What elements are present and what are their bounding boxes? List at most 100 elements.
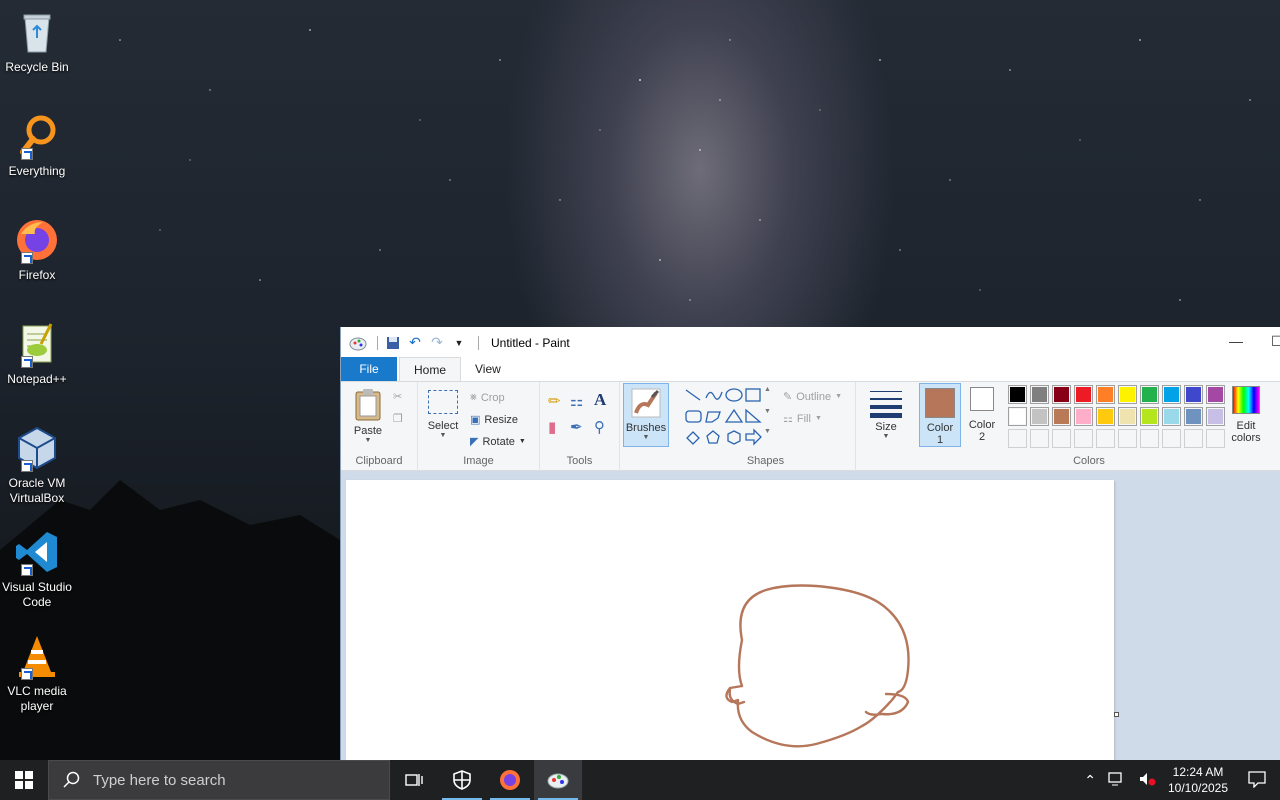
palette-swatch[interactable] [1096, 407, 1115, 426]
magnifier-icon[interactable]: ⚲ [594, 418, 605, 436]
paint-window: ↶ ↷ ▼ Untitled - Paint — ☐ File Home Vie… [340, 327, 1280, 760]
brushes-button[interactable]: Brushes ▼ [623, 383, 669, 447]
palette-swatch[interactable] [1206, 385, 1225, 404]
colors-group: Color 1 Color 2 Edit colors Colors [916, 382, 1278, 471]
palette-empty-swatch[interactable] [1206, 429, 1225, 448]
color-picker-icon[interactable]: ✒ [570, 418, 583, 436]
taskbar-search-box[interactable]: Type here to search [48, 760, 390, 800]
desktop-icon-recycle-bin[interactable]: Recycle Bin [0, 8, 74, 75]
desktop-icon-everything[interactable]: Everything [0, 112, 74, 179]
outline-button[interactable]: ✎ Outline ▼ [783, 390, 842, 404]
crop-icon: ⨳ [470, 391, 477, 403]
paste-button[interactable]: Paste ▼ [349, 388, 387, 444]
tab-view[interactable]: View [461, 357, 515, 381]
show-hidden-icons-chevron-icon[interactable]: ⌃ [1078, 772, 1102, 789]
edit-colors-icon [1232, 386, 1260, 414]
palette-empty-swatch[interactable] [1096, 429, 1115, 448]
select-button[interactable]: Select ▼ [426, 390, 460, 439]
eraser-icon[interactable]: ▮ [548, 418, 556, 436]
clock[interactable]: 12:24 AM 10/10/2025 [1162, 764, 1234, 796]
palette-empty-swatch[interactable] [1184, 429, 1203, 448]
fill-bucket-icon[interactable]: ⚏ [570, 392, 583, 410]
drawing-canvas[interactable] [346, 480, 1114, 760]
maximize-button[interactable]: ☐ [1271, 333, 1280, 350]
color2-button[interactable]: Color 2 [965, 387, 999, 443]
firefox-icon [500, 770, 520, 790]
palette-swatch[interactable] [1052, 385, 1071, 404]
palette-swatch[interactable] [1118, 385, 1137, 404]
palette-swatch[interactable] [1008, 385, 1027, 404]
undo-icon[interactable]: ↶ [406, 334, 424, 352]
image-group: Select ▼ ⨳ Crop ▣ Resize ◤ Rotate ▼ Imag… [418, 382, 540, 471]
tools-group-label: Tools [566, 455, 593, 467]
desktop-icon-notepad-plus-plus[interactable]: Notepad++ [0, 320, 74, 387]
crop-button[interactable]: ⨳ Crop [470, 391, 505, 404]
shapes-scroll-down-icon[interactable]: ▼ [764, 408, 771, 415]
palette-swatch[interactable] [1030, 407, 1049, 426]
palette-empty-swatch[interactable] [1140, 429, 1159, 448]
brushes-group: Brushes ▼ [620, 382, 676, 471]
redo-icon[interactable]: ↷ [428, 334, 446, 352]
palette-swatch[interactable] [1140, 407, 1159, 426]
desktop-icon-label: Everything [8, 164, 66, 178]
start-button[interactable] [0, 760, 48, 800]
palette-swatch[interactable] [1184, 407, 1203, 426]
desktop-icon-label: Visual Studio Code [2, 580, 72, 609]
desktop-icon-label: Oracle VM VirtualBox [8, 476, 66, 505]
cut-icon[interactable]: ✂ [393, 390, 402, 403]
desktop-icon-label: Firefox [18, 268, 56, 282]
palette-empty-swatch[interactable] [1074, 429, 1093, 448]
palette-swatch[interactable] [1140, 385, 1159, 404]
palette-swatch[interactable] [1184, 385, 1203, 404]
vlc-icon [13, 632, 61, 680]
taskbar-paint[interactable] [534, 760, 582, 800]
desktop-icon-virtualbox[interactable]: Oracle VM VirtualBox [0, 424, 74, 506]
fill-button[interactable]: ⚏ Fill ▼ [783, 412, 822, 426]
palette-empty-swatch[interactable] [1008, 429, 1027, 448]
palette-swatch[interactable] [1162, 407, 1181, 426]
desktop-icon-vlc[interactable]: VLC media player [0, 632, 74, 714]
task-view-button[interactable] [390, 760, 438, 800]
palette-empty-swatch[interactable] [1030, 429, 1049, 448]
palette-swatch[interactable] [1030, 385, 1049, 404]
palette-swatch[interactable] [1162, 385, 1181, 404]
resize-button[interactable]: ▣ Resize [470, 413, 518, 427]
save-icon[interactable] [384, 334, 402, 352]
taskbar-firefox[interactable] [486, 760, 534, 800]
tab-file[interactable]: File [341, 357, 397, 381]
paint-app-icon[interactable] [349, 334, 367, 352]
canvas-resize-handle[interactable] [1114, 712, 1119, 717]
copy-icon[interactable]: ❐ [393, 412, 403, 425]
pencil-icon[interactable]: ✏ [548, 392, 561, 410]
size-button[interactable]: Size ▼ [868, 388, 904, 440]
rotate-button[interactable]: ◤ Rotate ▼ [470, 435, 526, 449]
shapes-gallery[interactable] [682, 386, 778, 446]
taskbar-security-app[interactable] [438, 760, 486, 800]
edit-colors-label: Edit [1236, 420, 1256, 432]
notifications-icon[interactable] [1234, 770, 1280, 791]
edit-colors-button[interactable]: Edit colors [1227, 386, 1265, 444]
desktop-icon-vscode[interactable]: Visual Studio Code [0, 528, 74, 610]
palette-swatch[interactable] [1074, 385, 1093, 404]
palette-empty-swatch[interactable] [1052, 429, 1071, 448]
shapes-scroll-up-icon[interactable]: ▲ [764, 386, 771, 393]
color1-button[interactable]: Color 1 [919, 383, 961, 447]
tab-home[interactable]: Home [399, 357, 462, 381]
palette-empty-swatch[interactable] [1118, 429, 1137, 448]
desktop-icon-firefox[interactable]: Firefox [0, 216, 74, 283]
volume-muted-icon[interactable] [1132, 771, 1162, 790]
network-icon[interactable] [1102, 771, 1132, 790]
palette-swatch[interactable] [1052, 407, 1071, 426]
minimize-button[interactable]: — [1229, 333, 1243, 349]
palette-swatch[interactable] [1008, 407, 1027, 426]
palette-swatch[interactable] [1074, 407, 1093, 426]
palette-empty-swatch[interactable] [1162, 429, 1181, 448]
palette-swatch[interactable] [1118, 407, 1137, 426]
palette-swatch[interactable] [1206, 407, 1225, 426]
text-tool-icon[interactable]: A [594, 390, 606, 410]
tools-group: ✏ ⚏ A ▮ ✒ ⚲ Tools [540, 382, 620, 471]
shapes-expand-icon[interactable]: ▼ [764, 428, 771, 435]
customize-qat-chevron-icon[interactable]: ▼ [450, 334, 468, 352]
palette-swatch[interactable] [1096, 385, 1115, 404]
desktop-icon-label: Notepad++ [7, 372, 67, 386]
